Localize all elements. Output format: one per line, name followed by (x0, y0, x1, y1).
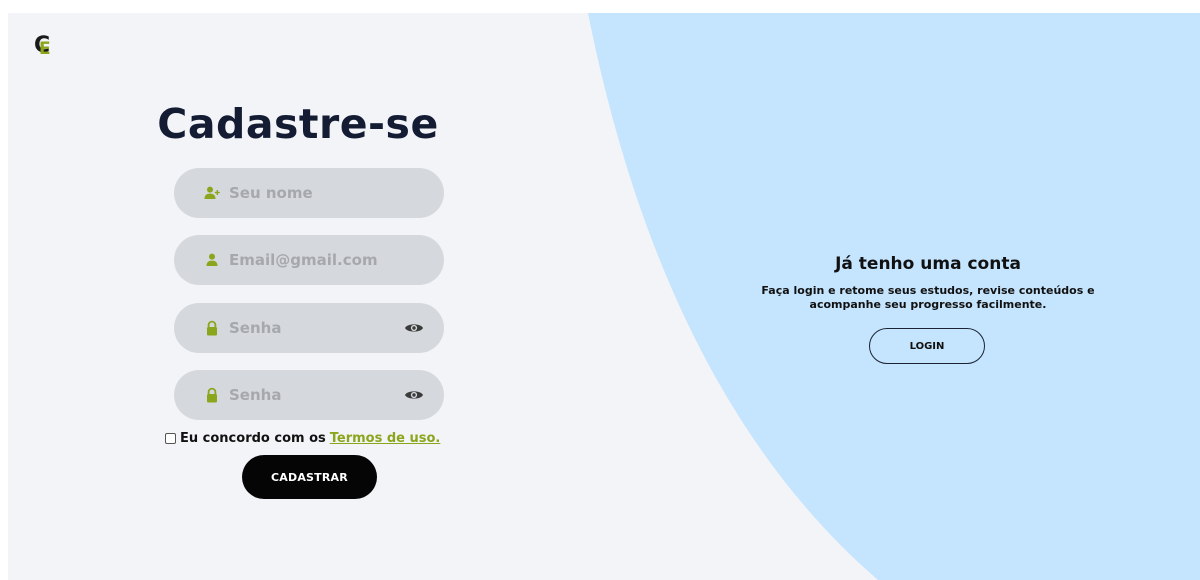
login-heading: Já tenho uma conta (835, 254, 1021, 274)
password-field-container (174, 303, 444, 353)
terms-checkbox[interactable] (165, 432, 176, 444)
confirm-password-input[interactable] (229, 370, 399, 420)
email-input[interactable] (229, 235, 399, 285)
terms-text: Eu concordo com os (180, 430, 326, 446)
password-input[interactable] (229, 303, 399, 353)
eye-icon[interactable] (404, 320, 424, 336)
lock-icon (207, 387, 217, 403)
register-button[interactable]: CADASTRAR (242, 455, 377, 499)
login-panel: Já tenho uma conta Faça login e retome s… (708, 251, 1148, 312)
terms-agreement: Eu concordo com os Termos de uso. (165, 429, 440, 447)
eye-icon[interactable] (404, 387, 424, 403)
lock-icon (207, 320, 217, 336)
email-field-container (174, 235, 444, 285)
user-plus-icon (204, 186, 220, 199)
name-field-container (174, 168, 444, 218)
login-description: Faça login e retome seus estudos, revise… (761, 284, 1095, 311)
name-input[interactable] (229, 168, 399, 218)
page-title: Cadastre-se (157, 100, 439, 148)
logo-letter-e: E (39, 39, 51, 59)
brand-logo[interactable]: C E (34, 33, 58, 63)
login-button[interactable]: LOGIN (869, 328, 985, 364)
terms-link[interactable]: Termos de uso. (330, 431, 441, 446)
page-background: C E Cadastre-se Seu nome Email@gmail.com… (8, 13, 1200, 580)
confirm-password-field-container (174, 370, 444, 420)
user-icon (206, 253, 218, 266)
